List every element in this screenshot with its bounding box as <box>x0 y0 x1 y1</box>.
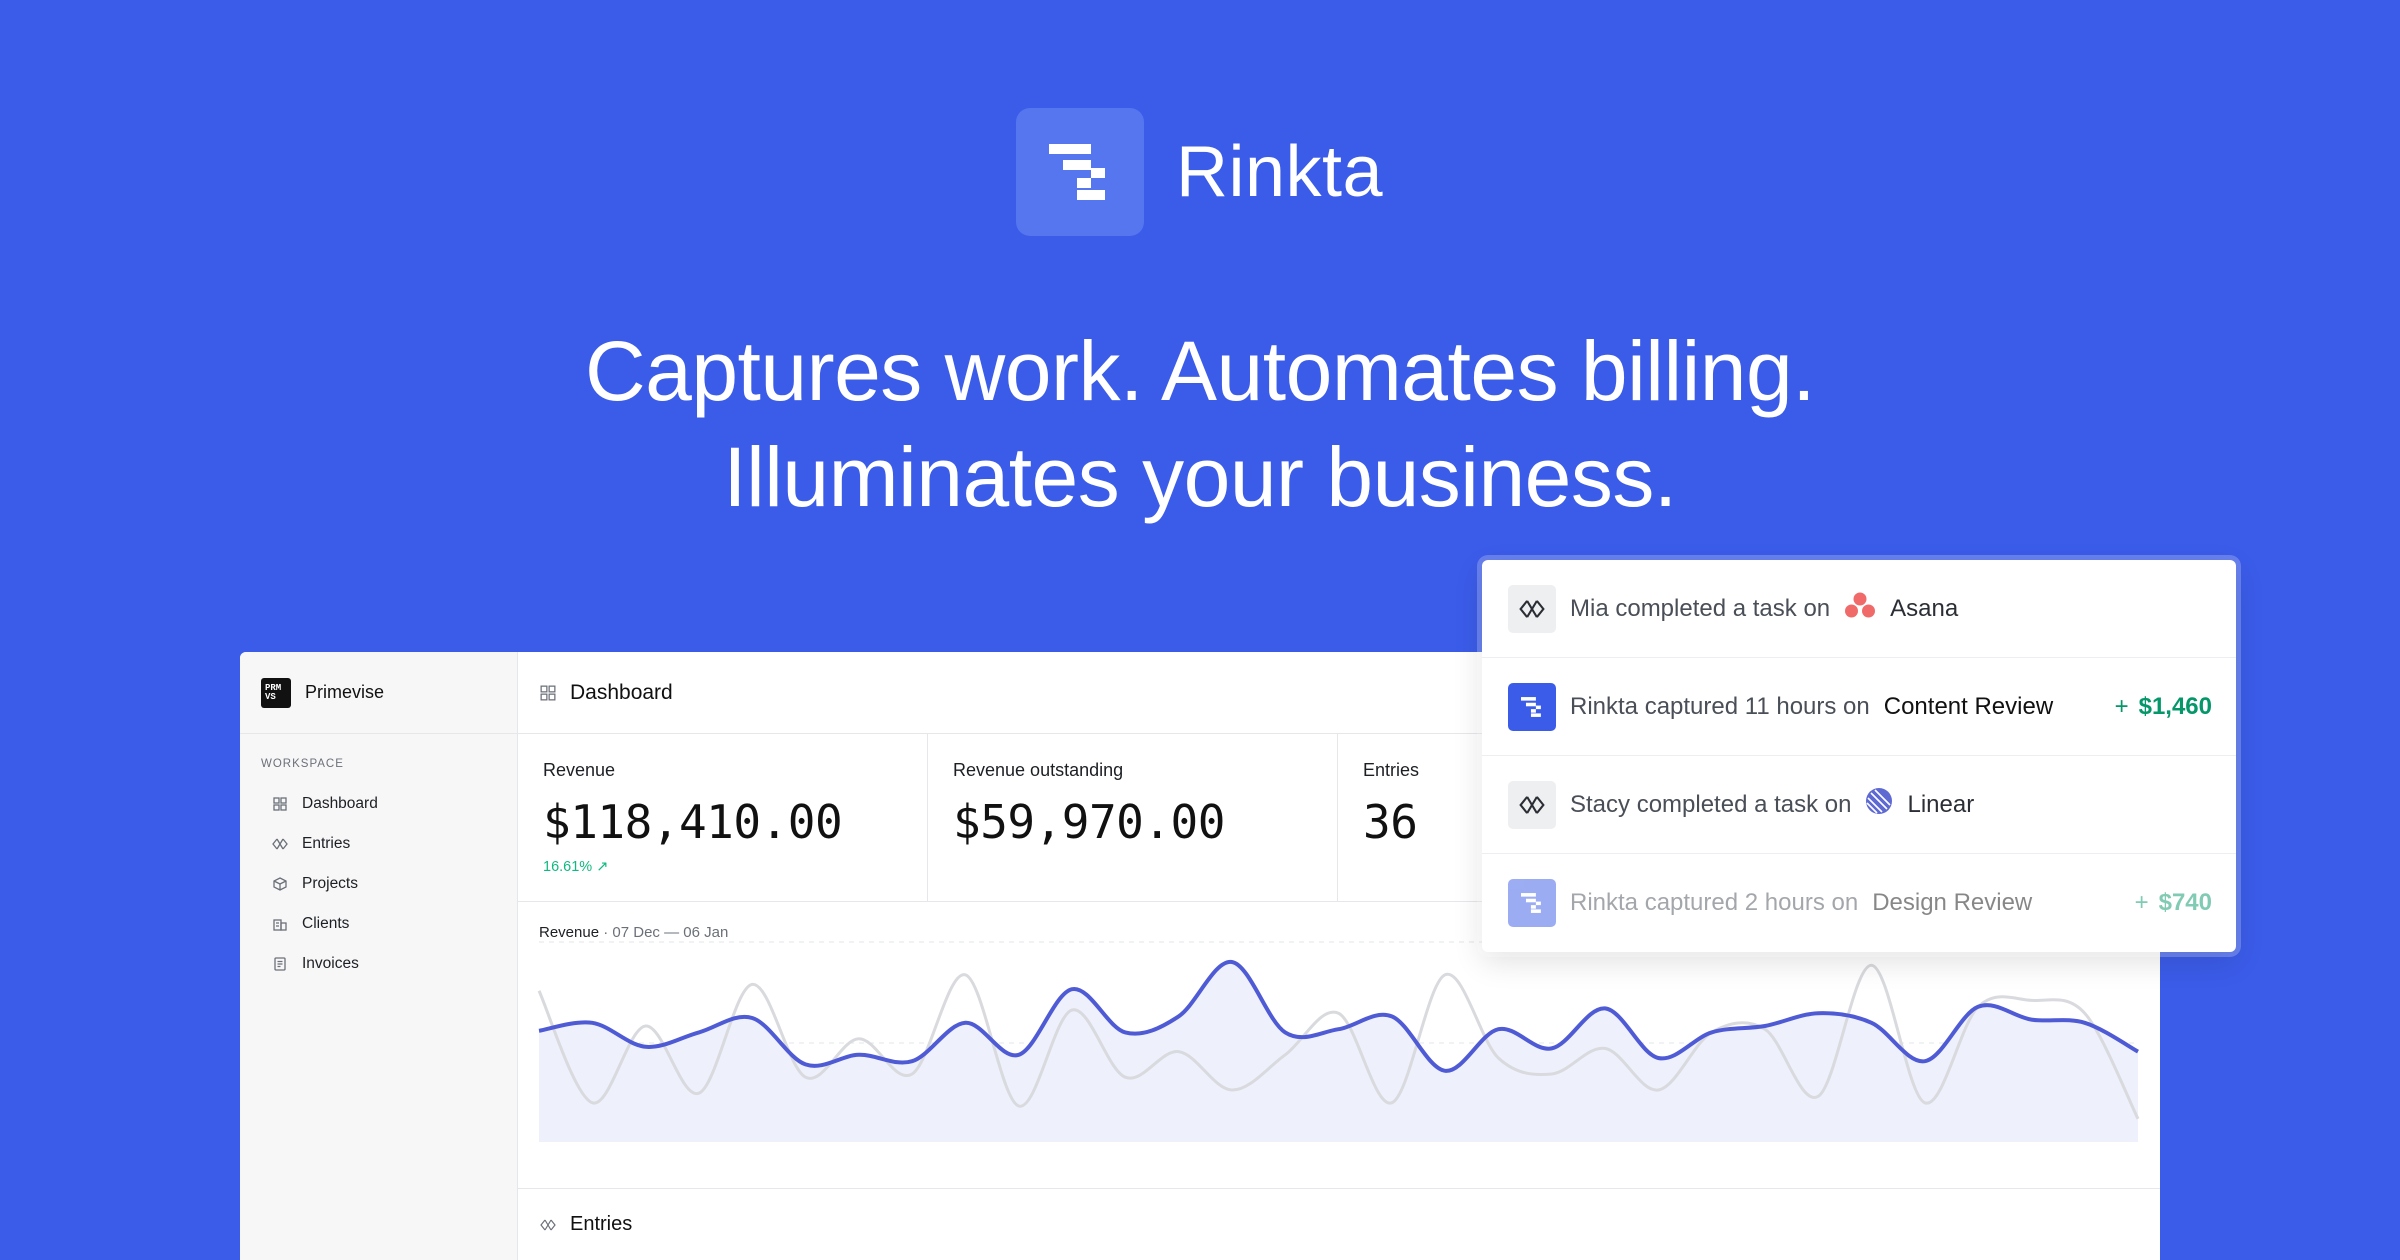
feed-item-text: Mia completed a task on <box>1570 594 1831 622</box>
org-logo: PRM VS <box>261 677 291 708</box>
sidebar-item-projects[interactable]: Projects <box>240 864 517 904</box>
linear-icon <box>1865 787 1893 822</box>
sidebar-item-clients[interactable]: Clients <box>240 904 517 944</box>
diamond-arrows-icon <box>272 836 288 852</box>
brand-name: Rinkta <box>1176 132 1384 212</box>
sidebar-item-label: Projects <box>302 875 358 892</box>
stat-label: Revenue <box>543 760 616 780</box>
feed-item-target: Content Review <box>1883 692 2054 720</box>
stat-card-revenue-outstanding: Revenue outstanding $59,970.00 <box>928 734 1338 901</box>
stat-label: Revenue outstanding <box>953 760 1124 780</box>
cube-icon <box>272 876 288 892</box>
sidebar-item-label: Entries <box>302 835 351 852</box>
grid-icon <box>540 685 556 701</box>
amount-sign: + <box>2134 889 2149 916</box>
sidebar-item-entries[interactable]: Entries <box>240 824 517 864</box>
headline: Captures work. Automates billing. Illumi… <box>0 318 2400 530</box>
building-icon <box>272 916 288 932</box>
entries-section-header: Entries <box>518 1188 2160 1236</box>
asana-icon <box>1844 591 1876 626</box>
page-title: Dashboard <box>570 680 673 704</box>
grid-icon <box>272 796 288 812</box>
feed-item-text: Rinkta captured 2 hours on <box>1570 889 1859 916</box>
feed-item-target: Design Review <box>1872 889 2033 916</box>
entries-section-title: Entries <box>570 1213 633 1235</box>
stat-value: $59,970.00 <box>953 795 1225 849</box>
amount-sign: + <box>2114 692 2129 720</box>
amount-value: $1,460 <box>2138 692 2212 720</box>
feed-item[interactable]: Rinkta captured 11 hours on Content Revi… <box>1482 658 2236 756</box>
headline-line-2: Illuminates your business. <box>723 430 1677 524</box>
feed-item[interactable]: Mia completed a task on Asana <box>1482 560 2236 658</box>
revenue-chart <box>537 941 2140 1142</box>
rinkta-mark-icon <box>1508 682 1556 731</box>
sidebar-item-label: Clients <box>302 915 350 932</box>
feed-item-app-name: Linear <box>1907 790 1975 818</box>
feed-item-app-name: Asana <box>1890 594 1959 622</box>
headline-line-1: Captures work. Automates billing. <box>584 324 1816 418</box>
invoice-icon <box>272 956 288 972</box>
sidebar-item-label: Invoices <box>302 955 359 972</box>
feed-item[interactable]: Rinkta captured 2 hours on Design Review… <box>1482 854 2236 952</box>
sidebar: PRM VS Primevise WORKSPACE Dashboard Ent… <box>240 652 518 1260</box>
activity-feed: Mia completed a task on Asana Rinkta cap… <box>1482 560 2236 952</box>
sidebar-item-label: Dashboard <box>302 795 378 812</box>
workspace-section-label: WORKSPACE <box>261 758 344 770</box>
sidebar-item-dashboard[interactable]: Dashboard <box>240 784 517 824</box>
feed-item-amount: + $1,460 <box>2115 693 2212 721</box>
chart-series-area <box>539 961 2138 1142</box>
stat-delta: 16.61% ↗ <box>543 859 609 875</box>
stat-value: $118,410.00 <box>543 795 843 849</box>
feed-item[interactable]: Stacy completed a task on Linear <box>1482 756 2236 854</box>
feed-item-app: Linear <box>1865 787 1974 822</box>
feed-item-text: Stacy completed a task on <box>1570 790 1852 818</box>
org-name: Primevise <box>305 682 385 702</box>
feed-item-app: Asana <box>1844 591 1958 626</box>
sidebar-item-invoices[interactable]: Invoices <box>240 944 517 984</box>
feed-item-text: Rinkta captured 11 hours on <box>1570 692 1870 720</box>
rinkta-mark-icon <box>1016 108 1144 236</box>
diamond-arrows-icon <box>540 1217 556 1233</box>
diamond-arrows-icon <box>1508 780 1556 829</box>
feed-item-amount: + $740 <box>2135 889 2212 917</box>
diamond-arrows-icon <box>1508 584 1556 633</box>
amount-value: $740 <box>2158 889 2212 916</box>
stat-card-revenue: Revenue $118,410.00 16.61% ↗ <box>518 734 928 901</box>
rinkta-mark-icon <box>1508 879 1556 927</box>
brand: Rinkta <box>1016 108 1383 236</box>
sidebar-nav: Dashboard Entries Projects Clients Invoi… <box>240 784 517 984</box>
org-switcher[interactable]: PRM VS Primevise <box>240 652 517 734</box>
